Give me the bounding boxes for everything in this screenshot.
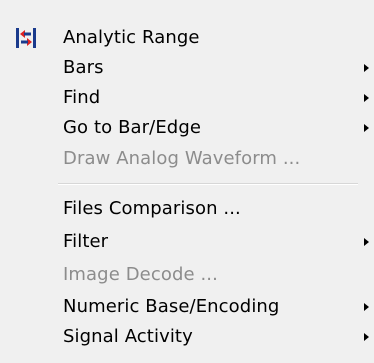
menu-item-signal-activity[interactable]: Signal Activity [0, 322, 374, 352]
context-menu: Analytic Range Bars Find Go to Bar/Edge … [0, 0, 374, 363]
menu-item-label: Bars [63, 57, 104, 78]
menu-item-draw-analog-waveform: Draw Analog Waveform ... [0, 144, 374, 174]
menu-item-find[interactable]: Find [0, 83, 374, 113]
submenu-arrow-icon [364, 238, 369, 246]
submenu-arrow-icon [364, 64, 369, 72]
submenu-arrow-icon [364, 303, 369, 311]
submenu-arrow-icon [364, 124, 369, 132]
menu-item-go-to-bar-edge[interactable]: Go to Bar/Edge [0, 113, 374, 143]
menu-item-files-comparison[interactable]: Files Comparison ... [0, 194, 374, 224]
menu-item-label: Image Decode ... [63, 264, 218, 285]
menu-item-label: Numeric Base/Encoding [63, 296, 280, 317]
menu-item-label: Filter [63, 231, 109, 252]
menu-item-label: Analytic Range [63, 27, 200, 48]
menu-item-image-decode: Image Decode ... [0, 260, 374, 290]
menu-item-bars[interactable]: Bars [0, 53, 374, 83]
menu-item-numeric-base-encoding[interactable]: Numeric Base/Encoding [0, 292, 374, 322]
menu-item-label: Go to Bar/Edge [63, 117, 202, 138]
menu-item-label: Signal Activity [63, 326, 193, 347]
menu-item-label: Draw Analog Waveform ... [63, 148, 301, 169]
menu-item-label: Files Comparison ... [63, 198, 241, 219]
submenu-arrow-icon [364, 94, 369, 102]
menu-item-analytic-range[interactable]: Analytic Range [0, 23, 374, 53]
menu-item-filter[interactable]: Filter [0, 227, 374, 257]
submenu-arrow-icon [364, 333, 369, 341]
menu-item-label: Find [63, 87, 101, 108]
menu-separator [58, 183, 358, 185]
